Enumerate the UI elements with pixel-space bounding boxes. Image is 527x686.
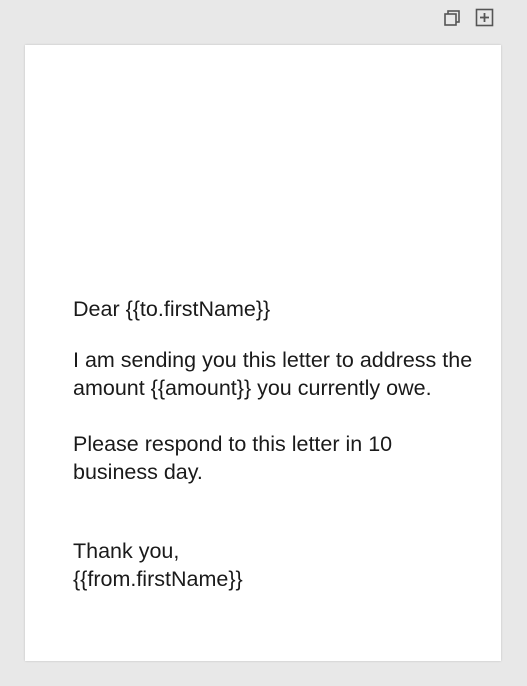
add-box-icon xyxy=(475,8,494,27)
add-page-button[interactable] xyxy=(475,8,494,27)
restore-window-button[interactable] xyxy=(442,8,461,27)
letter-body[interactable]: Dear {{to.firstName}} I am sending you t… xyxy=(73,295,473,593)
letter-greeting: Dear {{to.firstName}} xyxy=(73,297,271,321)
letter-closing: Thank you, xyxy=(73,539,180,563)
restore-window-icon xyxy=(443,9,460,26)
letter-page[interactable]: Dear {{to.firstName}} I am sending you t… xyxy=(25,45,501,661)
letter-editor: { "toolbar": { "buttons": [ {"icon": "re… xyxy=(0,0,527,686)
letter-signature: {{from.firstName}} xyxy=(73,567,243,591)
letter-paragraph-respond: Please respond to this letter in 10 busi… xyxy=(73,432,393,484)
letter-paragraph-amount: I am sending you this letter to address … xyxy=(73,348,473,400)
page-toolbar xyxy=(442,8,494,27)
